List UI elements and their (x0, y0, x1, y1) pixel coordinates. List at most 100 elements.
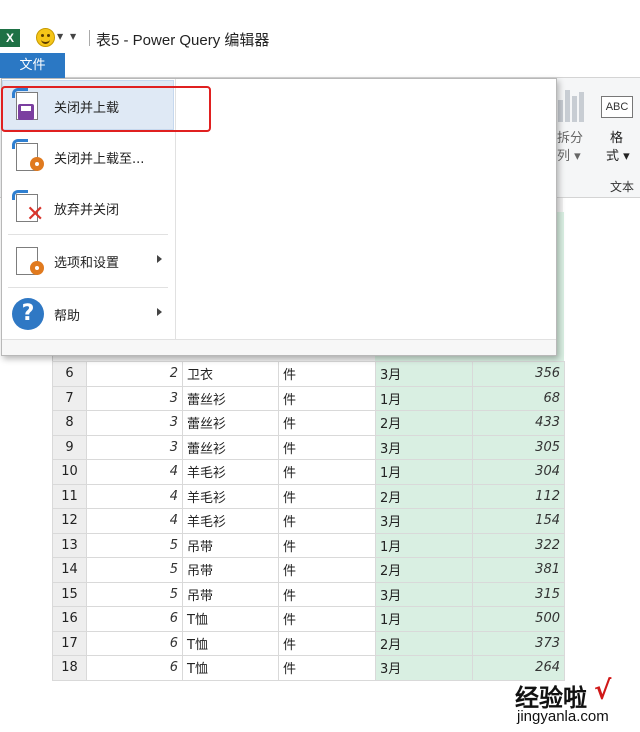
cell-product[interactable]: 吊带 (182, 532, 279, 558)
cell-id[interactable]: 4 (86, 483, 183, 509)
cell-product[interactable]: T恤 (182, 655, 279, 681)
smiley-feedback-icon[interactable] (36, 28, 55, 47)
cell-unit[interactable]: 件 (278, 532, 376, 558)
cell-product[interactable]: 吊带 (182, 581, 279, 607)
cell-id[interactable]: 5 (86, 581, 183, 607)
menu-item-help[interactable]: ? 帮助 (2, 288, 176, 340)
cell-id[interactable]: 6 (86, 606, 183, 632)
cell-id[interactable]: 3 (86, 410, 183, 436)
cell-id[interactable]: 5 (86, 532, 183, 558)
table-row[interactable]: 13 5 吊带件 1月 322 (52, 532, 565, 558)
cell-id[interactable]: 6 (86, 630, 183, 656)
cell-month[interactable]: 3月 (375, 655, 473, 681)
cell-quantity[interactable]: 305 (472, 434, 565, 460)
table-row[interactable]: 6 2 卫衣件 3月 356 (52, 361, 565, 387)
cell-unit[interactable]: 件 (278, 361, 376, 387)
cell-product[interactable]: 吊带 (182, 557, 279, 583)
cell-id[interactable]: 5 (86, 557, 183, 583)
cell-unit[interactable]: 件 (278, 581, 376, 607)
cell-month[interactable]: 3月 (375, 434, 473, 460)
cell-quantity[interactable]: 373 (472, 630, 565, 656)
cell-unit[interactable]: 件 (278, 385, 376, 411)
cell-unit[interactable]: 件 (278, 655, 376, 681)
row-number[interactable]: 15 (52, 581, 87, 607)
cell-product[interactable]: 羊毛衫 (182, 508, 279, 534)
table-row[interactable]: 17 6 T恤件 2月 373 (52, 630, 565, 656)
format-icon[interactable]: ABC (601, 96, 633, 118)
format-button[interactable]: 格 式 ▾ (606, 130, 630, 166)
cell-quantity[interactable]: 433 (472, 410, 565, 436)
cell-quantity[interactable]: 500 (472, 606, 565, 632)
cell-product[interactable]: 羊毛衫 (182, 483, 279, 509)
row-number[interactable]: 14 (52, 557, 87, 583)
dropdown-caret-icon[interactable]: ▼ (57, 32, 63, 41)
table-row[interactable]: 10 4 羊毛衫件 1月 304 (52, 459, 565, 485)
customize-quick-access-icon[interactable]: ▼ (70, 32, 76, 41)
cell-month[interactable]: 3月 (375, 581, 473, 607)
cell-unit[interactable]: 件 (278, 434, 376, 460)
row-number[interactable]: 8 (52, 410, 87, 436)
file-tab[interactable]: 文件 (0, 53, 65, 78)
cell-product[interactable]: T恤 (182, 606, 279, 632)
cell-month[interactable]: 2月 (375, 630, 473, 656)
row-number[interactable]: 6 (52, 361, 87, 387)
table-row[interactable]: 8 3 蕾丝衫件 2月 433 (52, 410, 565, 436)
row-number[interactable]: 11 (52, 483, 87, 509)
cell-month[interactable]: 1月 (375, 459, 473, 485)
cell-month[interactable]: 3月 (375, 361, 473, 387)
cell-product[interactable]: 卫衣 (182, 361, 279, 387)
cell-quantity[interactable]: 112 (472, 483, 565, 509)
row-number[interactable]: 9 (52, 434, 87, 460)
cell-quantity[interactable]: 315 (472, 581, 565, 607)
cell-month[interactable]: 3月 (375, 508, 473, 534)
table-row[interactable]: 14 5 吊带件 2月 381 (52, 557, 565, 583)
row-number[interactable]: 17 (52, 630, 87, 656)
split-column-button[interactable]: 拆分 列 ▾ (557, 130, 583, 166)
split-column-icon[interactable] (556, 90, 586, 122)
menu-item-discard-and-close[interactable]: ✕ 放弃并关闭 (2, 182, 176, 234)
table-row[interactable]: 16 6 T恤件 1月 500 (52, 606, 565, 632)
cell-unit[interactable]: 件 (278, 483, 376, 509)
cell-quantity[interactable]: 154 (472, 508, 565, 534)
cell-id[interactable]: 6 (86, 655, 183, 681)
menu-item-close-and-load-to[interactable]: 关闭并上载至... (2, 131, 176, 183)
table-row[interactable]: 11 4 羊毛衫件 2月 112 (52, 483, 565, 509)
row-number[interactable]: 7 (52, 385, 87, 411)
cell-id[interactable]: 4 (86, 508, 183, 534)
cell-product[interactable]: 蕾丝衫 (182, 434, 279, 460)
cell-quantity[interactable]: 304 (472, 459, 565, 485)
cell-id[interactable]: 3 (86, 385, 183, 411)
row-number[interactable]: 18 (52, 655, 87, 681)
cell-product[interactable]: 蕾丝衫 (182, 385, 279, 411)
cell-month[interactable]: 1月 (375, 606, 473, 632)
cell-unit[interactable]: 件 (278, 508, 376, 534)
cell-product[interactable]: 蕾丝衫 (182, 410, 279, 436)
table-row[interactable]: 12 4 羊毛衫件 3月 154 (52, 508, 565, 534)
cell-quantity[interactable]: 381 (472, 557, 565, 583)
table-row[interactable]: 9 3 蕾丝衫件 3月 305 (52, 434, 565, 460)
row-number[interactable]: 13 (52, 532, 87, 558)
cell-id[interactable]: 3 (86, 434, 183, 460)
cell-id[interactable]: 4 (86, 459, 183, 485)
row-number[interactable]: 10 (52, 459, 87, 485)
cell-unit[interactable]: 件 (278, 459, 376, 485)
cell-month[interactable]: 1月 (375, 532, 473, 558)
cell-unit[interactable]: 件 (278, 410, 376, 436)
cell-id[interactable]: 2 (86, 361, 183, 387)
cell-product[interactable]: T恤 (182, 630, 279, 656)
cell-product[interactable]: 羊毛衫 (182, 459, 279, 485)
menu-item-options-settings[interactable]: 选项和设置 (2, 235, 176, 287)
cell-month[interactable]: 2月 (375, 483, 473, 509)
cell-month[interactable]: 2月 (375, 557, 473, 583)
cell-quantity[interactable]: 68 (472, 385, 565, 411)
table-row[interactable]: 15 5 吊带件 3月 315 (52, 581, 565, 607)
row-number[interactable]: 16 (52, 606, 87, 632)
table-row[interactable]: 7 3 蕾丝衫件 1月 68 (52, 385, 565, 411)
cell-unit[interactable]: 件 (278, 630, 376, 656)
cell-quantity[interactable]: 264 (472, 655, 565, 681)
cell-unit[interactable]: 件 (278, 557, 376, 583)
table-row[interactable]: 18 6 T恤件 3月 264 (52, 655, 565, 681)
cell-month[interactable]: 1月 (375, 385, 473, 411)
cell-quantity[interactable]: 322 (472, 532, 565, 558)
cell-quantity[interactable]: 356 (472, 361, 565, 387)
